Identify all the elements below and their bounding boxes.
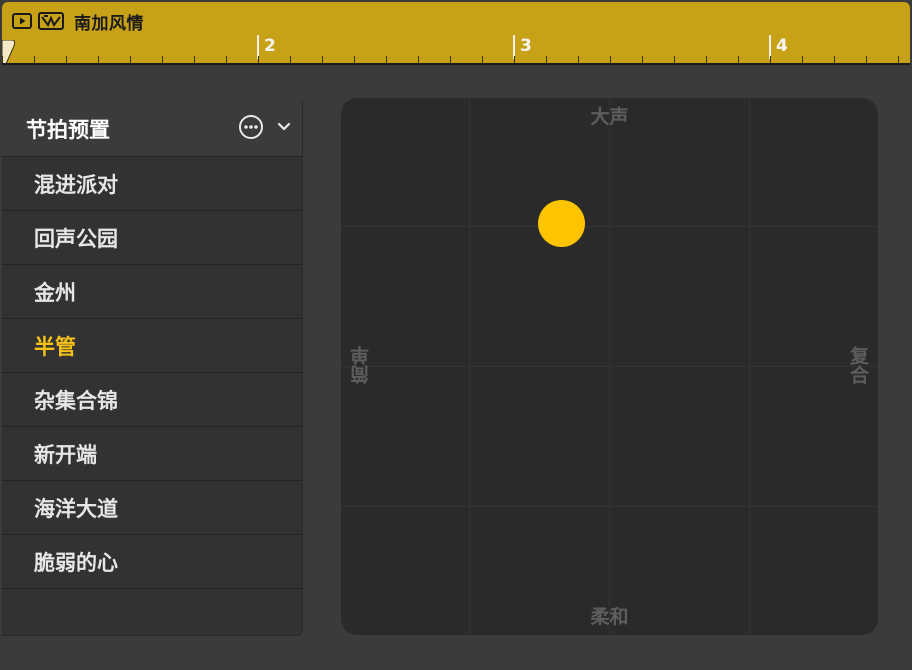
- ruler-bar-number: 3: [520, 36, 532, 56]
- pad-label-loud: 大声: [590, 106, 629, 128]
- ruler-minor-tick: [418, 56, 419, 63]
- preset-item[interactable]: 杂集合锦: [2, 373, 302, 427]
- preset-item[interactable]: 海洋大道: [2, 481, 302, 535]
- region-divider: [2, 63, 910, 65]
- pad-grid-line: [341, 226, 878, 227]
- region-title-row: 南加风情: [12, 10, 144, 34]
- pad-label-soft: 柔和: [590, 606, 629, 628]
- ruler-minor-tick: [514, 56, 515, 63]
- ruler-minor-tick: [546, 56, 547, 63]
- drummer-region-icon: [38, 12, 64, 30]
- ruler-minor-tick: [194, 56, 195, 63]
- ruler-minor-tick: [290, 56, 291, 63]
- preset-list: 混进派对 回声公园 金州 半管 杂集合锦 新开端 海洋大道 脆弱的心: [2, 157, 302, 589]
- ruler-minor-tick: [642, 56, 643, 63]
- ellipsis-circle-icon[interactable]: [238, 114, 264, 140]
- ruler-minor-tick: [66, 56, 67, 63]
- ruler-minor-tick: [834, 56, 835, 63]
- preset-item[interactable]: 金州: [2, 265, 302, 319]
- ruler-minor-tick: [258, 56, 259, 63]
- ruler-minor-tick: [450, 56, 451, 63]
- preset-label: 混进派对: [34, 172, 118, 197]
- ruler-minor-tick: [34, 56, 35, 63]
- region-header[interactable]: 南加风情 2 3 4: [2, 2, 910, 65]
- ruler-minor-tick: [354, 56, 355, 63]
- playhead-marker-icon[interactable]: [2, 40, 16, 65]
- preset-label: 半管: [34, 334, 76, 359]
- ruler-minor-tick: [738, 56, 739, 63]
- preset-label: 新开端: [34, 442, 97, 467]
- ruler-minor-tick: [674, 56, 675, 63]
- pad-grid-line: [341, 506, 878, 507]
- xy-pad[interactable]: 大声 柔和 简单 复合: [341, 98, 878, 635]
- ruler-minor-tick: [386, 56, 387, 63]
- play-icon[interactable]: [12, 13, 32, 29]
- preset-item[interactable]: 混进派对: [2, 157, 302, 211]
- ruler-minor-tick: [2, 56, 3, 63]
- ruler-bar-number: 4: [776, 36, 788, 56]
- preset-label: 金州: [34, 280, 76, 305]
- ruler-minor-tick: [226, 56, 227, 63]
- ruler-minor-tick: [802, 56, 803, 63]
- beat-presets-header: 节拍预置: [2, 100, 302, 157]
- preset-item[interactable]: 新开端: [2, 427, 302, 481]
- ruler-minor-tick: [482, 56, 483, 63]
- ruler-minor-tick: [322, 56, 323, 63]
- ruler-minor-tick: [898, 56, 899, 63]
- ruler-minor-tick: [610, 56, 611, 63]
- beat-presets-panel: 节拍预置 混进派对 回声公园 金州 半管 杂集合锦 新开端 海洋大道 脆弱的心: [2, 100, 303, 636]
- pad-label-simple: 简单: [350, 346, 372, 384]
- beat-presets-title: 节拍预置: [26, 118, 110, 142]
- preset-item[interactable]: 回声公园: [2, 211, 302, 265]
- pad-label-complex: 复合: [847, 346, 869, 384]
- xy-pad-puck[interactable]: [538, 200, 585, 247]
- ruler-bar-number: 2: [264, 36, 276, 56]
- preset-label: 海洋大道: [34, 496, 118, 521]
- preset-label: 杂集合锦: [34, 388, 118, 413]
- preset-item[interactable]: 脆弱的心: [2, 535, 302, 589]
- region-title: 南加风情: [74, 13, 144, 34]
- pad-grid-line: [341, 366, 878, 367]
- ruler-minor-tick: [578, 56, 579, 63]
- chevron-down-icon[interactable]: [276, 118, 292, 136]
- ruler-minor-tick: [98, 56, 99, 63]
- ruler-minor-tick: [162, 56, 163, 63]
- preset-label: 脆弱的心: [34, 550, 118, 575]
- preset-item-selected[interactable]: 半管: [2, 319, 302, 373]
- ruler-minor-tick: [770, 56, 771, 63]
- drummer-editor: 南加风情 2 3 4 节拍预置 混进派对 回声公园 金州 半管 杂集合锦 新开端…: [0, 0, 912, 670]
- ruler-minor-tick: [866, 56, 867, 63]
- ruler-minor-tick: [706, 56, 707, 63]
- preset-label: 回声公园: [34, 226, 118, 251]
- ruler-minor-tick: [130, 56, 131, 63]
